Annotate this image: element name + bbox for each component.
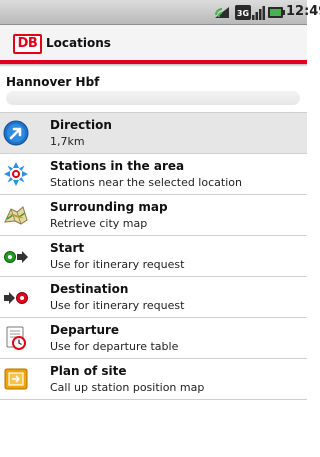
menu-item-stations-in-area[interactable]: Stations in the area Stations near the s… bbox=[0, 154, 307, 194]
direction-arrow-icon bbox=[3, 120, 29, 146]
wifi-icon bbox=[215, 7, 229, 18]
menu-item-title: Start bbox=[50, 241, 85, 255]
menu-item-destination[interactable]: Destination Use for itinerary request bbox=[0, 277, 307, 317]
menu-item-subtitle: Retrieve city map bbox=[50, 217, 148, 230]
menu-item-departure[interactable]: Departure Use for departure table bbox=[0, 318, 307, 358]
station-header: Hannover Hbf bbox=[0, 67, 307, 112]
app-title-bar: DB Locations bbox=[0, 25, 307, 60]
menu-item-title: Stations in the area bbox=[50, 159, 185, 173]
battery-icon bbox=[268, 7, 285, 18]
3g-badge-text: 3G bbox=[237, 9, 249, 18]
station-subtitle-field bbox=[6, 91, 300, 105]
page-title: Locations bbox=[46, 36, 111, 50]
menu-item-subtitle: Stations near the selected location bbox=[50, 176, 242, 189]
divider bbox=[0, 399, 307, 400]
3g-icon: 3G bbox=[235, 5, 251, 20]
start-icon bbox=[4, 251, 28, 263]
menu-item-subtitle: Use for departure table bbox=[50, 340, 179, 353]
departure-icon bbox=[6, 326, 26, 350]
nearby-stations-icon bbox=[4, 162, 28, 186]
menu-item-subtitle: Use for itinerary request bbox=[50, 299, 185, 312]
station-name: Hannover Hbf bbox=[6, 75, 100, 89]
menu-item-plan-of-site[interactable]: Plan of site Call up station position ma… bbox=[0, 359, 307, 399]
menu-item-start[interactable]: Start Use for itinerary request bbox=[0, 236, 307, 276]
menu-item-surrounding-map[interactable]: Surrounding map Retrieve city map bbox=[0, 195, 307, 235]
signal-icon bbox=[252, 6, 265, 20]
map-icon bbox=[4, 206, 28, 225]
menu-item-subtitle: 1,7km bbox=[50, 135, 85, 148]
status-bar: 3G 12:49 bbox=[0, 0, 320, 25]
menu-item-title: Departure bbox=[50, 323, 120, 337]
status-time: 12:49 bbox=[286, 4, 320, 19]
site-plan-icon bbox=[4, 368, 28, 390]
destination-icon bbox=[4, 292, 28, 304]
db-logo: DB bbox=[13, 34, 42, 54]
menu-item-subtitle: Use for itinerary request bbox=[50, 258, 185, 271]
menu-item-title: Destination bbox=[50, 282, 129, 296]
menu-item-subtitle: Call up station position map bbox=[50, 381, 205, 394]
menu-item-title: Plan of site bbox=[50, 364, 127, 378]
menu-item-direction[interactable]: Direction 1,7km bbox=[0, 113, 307, 153]
menu-item-title: Direction bbox=[50, 118, 112, 132]
menu-item-title: Surrounding map bbox=[50, 200, 168, 214]
